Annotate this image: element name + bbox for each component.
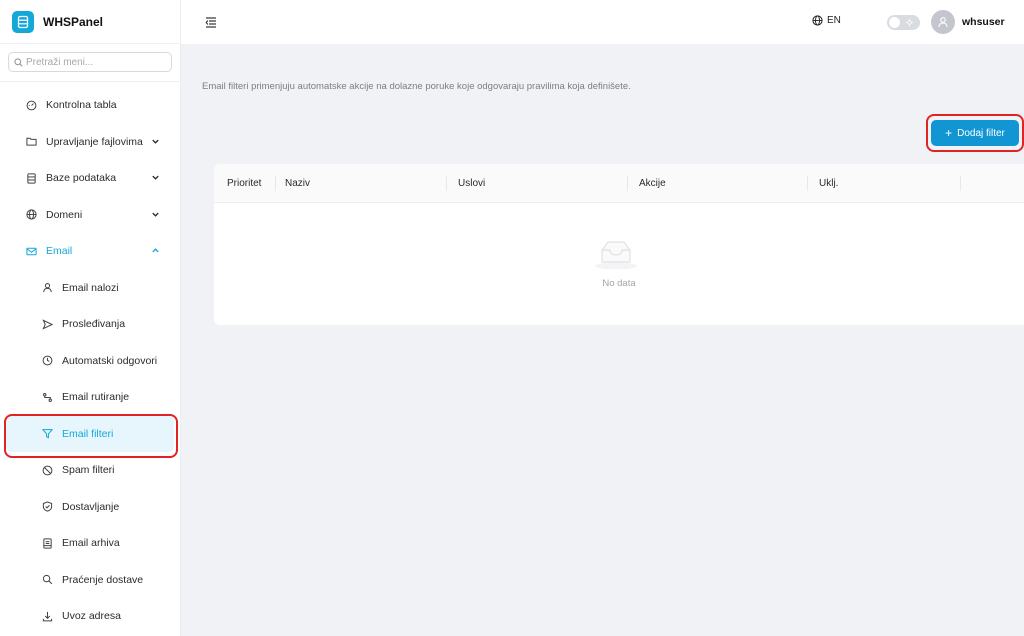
toggle-knob (889, 17, 900, 28)
sidebar-item-spam-filteri[interactable]: Spam filteri (0, 452, 180, 489)
menu-search-box[interactable] (8, 52, 172, 72)
sidebar-item-upravljanje-fajlovima[interactable]: Upravljanje fajlovima (0, 124, 180, 161)
column-divider (807, 176, 808, 191)
empty-text: No data (602, 278, 636, 289)
menu-collapse-icon[interactable] (204, 15, 218, 29)
sidebar-item-label: Email filteri (62, 427, 114, 440)
mail-icon (25, 245, 37, 257)
sidebar-item-email[interactable]: Email (0, 233, 180, 270)
column-divider (627, 176, 628, 191)
chevron-down-icon[interactable] (151, 137, 161, 147)
sidebar-item-label: Email nalozi (62, 281, 119, 294)
sidebar-item-label: Uvoz adresa (62, 610, 121, 623)
column-header-actions[interactable]: Akcije (639, 178, 666, 189)
folder-icon (25, 136, 37, 148)
sidebar-item-label: Kontrolna tabla (46, 99, 117, 112)
sun-icon (905, 18, 914, 27)
import-icon (41, 610, 53, 622)
sidebar-item-label: Email (46, 245, 73, 258)
column-divider (275, 176, 276, 191)
filters-table: Prioritet Naziv Uslovi Akcije Uklj. No d… (214, 164, 1024, 325)
sidebar-menu: Kontrolna tabla Upravljanje fajlovima Baze… (0, 87, 180, 635)
sidebar-item-prosledivanja[interactable]: Prosleđivanja (0, 306, 180, 343)
chevron-up-icon[interactable] (151, 246, 161, 256)
column-header-name[interactable]: Naziv (285, 178, 310, 189)
sidebar-item-domeni[interactable]: Domeni (0, 197, 180, 234)
sidebar-item-email-rutiranje[interactable]: Email rutiranje (0, 379, 180, 416)
globe-icon (812, 15, 823, 26)
plus-icon: + (945, 126, 953, 140)
column-divider (960, 176, 961, 191)
search-icon (14, 57, 23, 67)
username[interactable]: whsuser (962, 16, 1005, 28)
send-icon (41, 318, 53, 330)
column-header-priority[interactable]: Prioritet (227, 178, 261, 189)
chevron-down-icon[interactable] (151, 173, 161, 183)
sidebar-item-pracenje-dostave[interactable]: Praćenje dostave (0, 562, 180, 599)
sidebar-item-label: Praćenje dostave (62, 573, 144, 586)
language-label: EN (827, 15, 841, 26)
column-header-conditions[interactable]: Uslovi (458, 178, 485, 189)
empty-inbox-icon (595, 241, 637, 270)
search-icon (41, 574, 53, 586)
sidebar: WHSPanel Kontrolna tabla Upravljanje fajl… (0, 0, 181, 636)
sidebar-item-kontrolna-tabla[interactable]: Kontrolna tabla (0, 87, 180, 124)
clock-icon (41, 355, 53, 367)
language-selector[interactable]: EN (812, 15, 841, 26)
sidebar-item-label: Prosleđivanja (62, 318, 126, 331)
theme-toggle[interactable] (887, 15, 920, 30)
sidebar-item-label: Email rutiranje (62, 391, 130, 404)
column-header-enabled[interactable]: Uklj. (819, 178, 838, 189)
sidebar-item-dostavljanje[interactable]: Dostavljanje (0, 489, 180, 526)
filter-icon (41, 428, 53, 440)
page-description: Email filteri primenjuju automatske akci… (202, 81, 631, 92)
sidebar-item-label: Spam filteri (62, 464, 115, 477)
avatar[interactable] (931, 10, 955, 34)
dashboard-icon (25, 99, 37, 111)
menu-search (0, 44, 180, 82)
user-icon (938, 17, 948, 28)
sidebar-item-automatski-odgovori[interactable]: Automatski odgovori (0, 343, 180, 380)
add-filter-label: Dodaj filter (957, 127, 1005, 139)
sidebar-item-label: Baze podataka (46, 172, 117, 185)
server-logo-icon (12, 10, 34, 33)
sidebar-item-label: Dostavljanje (62, 500, 120, 513)
sidebar-item-baze-podataka[interactable]: Baze podataka (0, 160, 180, 197)
empty-state: No data (214, 203, 1024, 325)
sidebar-item-label: Domeni (46, 208, 83, 221)
archive-icon (41, 537, 53, 549)
add-filter-button[interactable]: + Dodaj filter (931, 120, 1019, 146)
globe-icon (25, 209, 37, 221)
top-header: EN whsuser (181, 0, 1024, 44)
menu-search-input[interactable] (26, 56, 166, 68)
brand-name: WHSPanel (43, 14, 104, 29)
chevron-down-icon[interactable] (151, 210, 161, 220)
sidebar-item-uvoz-adresa[interactable]: Uvoz adresa (0, 598, 180, 635)
route-icon (41, 391, 53, 403)
database-icon (25, 172, 37, 184)
sidebar-item-email-nalozi[interactable]: Email nalozi (0, 270, 180, 307)
column-divider (446, 176, 447, 191)
sidebar-item-label: Email arhiva (62, 537, 120, 550)
table-header: Prioritet Naziv Uslovi Akcije Uklj. (214, 164, 1024, 203)
sidebar-item-label: Upravljanje fajlovima (46, 135, 143, 148)
user-icon (41, 282, 53, 294)
sidebar-item-label: Automatski odgovori (62, 354, 158, 367)
block-icon (41, 464, 53, 476)
sidebar-item-email-filteri[interactable]: Email filteri (6, 415, 174, 452)
shield-check-icon (41, 501, 53, 513)
sidebar-item-email-arhiva[interactable]: Email arhiva (0, 525, 180, 562)
brand[interactable]: WHSPanel (0, 0, 180, 44)
